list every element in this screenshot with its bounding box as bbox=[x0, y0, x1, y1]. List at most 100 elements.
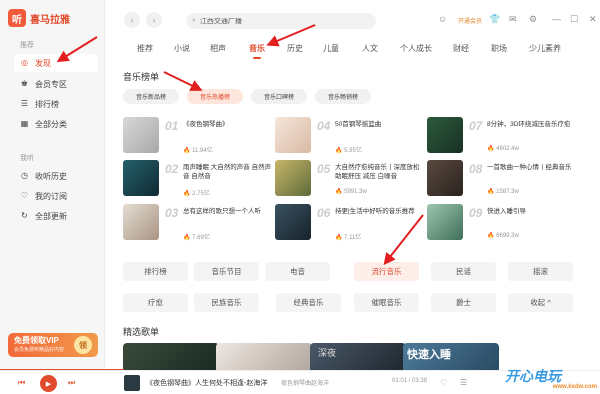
album-cover bbox=[427, 117, 463, 153]
sidebar-item-updates[interactable]: ↻ 全部更新 bbox=[14, 207, 98, 225]
sidebar-item-label: 全部更新 bbox=[35, 211, 67, 221]
tab-recommend[interactable]: 推荐 bbox=[137, 43, 153, 54]
play-button[interactable]: ▶ bbox=[40, 375, 57, 392]
sidebar-item-all-categories[interactable]: ▦ 全部分类 bbox=[14, 115, 98, 133]
category-classic[interactable]: 经典音乐 bbox=[276, 293, 341, 312]
ranking-item[interactable]: 07 8分钟，3D环绕减压音乐疗愈 🔥 4602.4w bbox=[427, 117, 577, 155]
play-count: 🔥 7.69亿 bbox=[183, 235, 210, 241]
playlist-icon[interactable]: ☰ bbox=[460, 378, 467, 387]
playlist-card[interactable] bbox=[123, 343, 219, 373]
fire-icon: 🔥 bbox=[335, 148, 343, 154]
minimize-icon[interactable]: — bbox=[552, 14, 561, 24]
item-title: 《夜色钢琴曲》 bbox=[183, 121, 229, 128]
settings-icon[interactable]: ⚙ bbox=[529, 14, 537, 25]
now-playing-cover[interactable] bbox=[124, 375, 140, 391]
tab-music[interactable]: 音乐 bbox=[249, 43, 265, 59]
vip-banner[interactable]: 免费领取VIP 会员免费听精品好内容 领 bbox=[8, 333, 98, 357]
category-ethnic[interactable]: 民族音乐 bbox=[194, 293, 259, 312]
album-cover bbox=[275, 204, 311, 240]
ranking-item[interactable]: 08 一首歌曲一种心情丨经典音乐 🔥 1587.3w bbox=[427, 160, 577, 198]
tab-finance[interactable]: 财经 bbox=[453, 43, 469, 54]
sidebar-item-ranking[interactable]: ☰ 排行榜 bbox=[14, 95, 98, 113]
rank-tab-hot[interactable]: 音乐热播榜 bbox=[187, 89, 243, 104]
sidebar-item-label: 全部分类 bbox=[35, 119, 67, 129]
category-folk[interactable]: 民谣 bbox=[431, 262, 496, 281]
ranking-item[interactable]: 01 《夜色钢琴曲》 🔥 11.94亿 bbox=[123, 117, 273, 155]
play-count: 🔥 2.75亿 bbox=[183, 191, 210, 197]
play-count: 🔥 1587.3w bbox=[487, 189, 519, 195]
search-icon: ⌕ bbox=[192, 17, 196, 24]
ranking-item[interactable]: 06 持更|生活中好听的音乐推荐 🔥 7.11亿 bbox=[275, 204, 425, 242]
category-electronic[interactable]: 电音 bbox=[265, 262, 330, 281]
category-ranking[interactable]: 排行榜 bbox=[123, 262, 188, 281]
album-cover bbox=[275, 160, 311, 196]
category-healing[interactable]: 疗愈 bbox=[123, 293, 188, 312]
next-icon[interactable]: ⏭ bbox=[68, 378, 75, 388]
rank-number: 03 bbox=[165, 206, 179, 220]
tab-history[interactable]: 历史 bbox=[287, 43, 303, 54]
ranking-item[interactable]: 05 大自然疗愈纯音乐丨深度放松 助眠舒压 减压 白噪音 🔥 5991.3w bbox=[275, 160, 425, 198]
playlist-card[interactable]: 深夜 bbox=[310, 343, 406, 373]
chevron-right-icon: › bbox=[152, 15, 156, 25]
mail-icon[interactable]: ✉ bbox=[509, 14, 517, 25]
tab-humanities[interactable]: 人文 bbox=[362, 43, 378, 54]
open-vip-link[interactable]: 开通会员 bbox=[458, 16, 482, 25]
category-music-program[interactable]: 音乐节目 bbox=[194, 262, 259, 281]
rank-tab-bestseller[interactable]: 音乐畅销榜 bbox=[315, 89, 371, 104]
play-count: 🔥 5991.3w bbox=[335, 189, 367, 195]
top-bar: ‹ › ⌕ ☺ 开通会员 👕 ✉ ⚙ — ☐ ✕ bbox=[105, 0, 600, 40]
rank-number: 09 bbox=[469, 206, 483, 220]
skin-icon[interactable]: 👕 bbox=[489, 14, 500, 25]
fire-icon: 🔥 bbox=[487, 189, 495, 195]
like-icon[interactable]: ♡ bbox=[440, 378, 447, 387]
search-box[interactable]: ⌕ bbox=[186, 13, 376, 29]
sidebar: 听 喜马拉雅 推荐 ◎ 发现 ♚ 会员专区 ☰ 排行榜 ▦ 全部分类 我听 ◷ … bbox=[0, 0, 105, 394]
fire-icon: 🔥 bbox=[183, 235, 191, 241]
previous-icon[interactable]: ⏮ bbox=[18, 378, 25, 388]
rank-tab-reputation[interactable]: 音乐口碑榜 bbox=[251, 89, 307, 104]
avatar[interactable]: ☺ bbox=[438, 14, 447, 24]
sidebar-item-label: 排行榜 bbox=[35, 99, 59, 109]
tab-personal-growth[interactable]: 个人成长 bbox=[400, 43, 432, 54]
item-title: 持更|生活中好听的音乐推荐 bbox=[335, 208, 415, 215]
sidebar-item-subscribe[interactable]: ♡ 我的订阅 bbox=[14, 187, 98, 205]
category-jazz[interactable]: 爵士 bbox=[431, 293, 496, 312]
tab-children[interactable]: 儿童 bbox=[323, 43, 339, 54]
playlist-card[interactable]: 快速入睡 bbox=[403, 343, 499, 373]
sidebar-item-history[interactable]: ◷ 收听历史 bbox=[14, 167, 98, 185]
forward-button[interactable]: › bbox=[146, 12, 162, 28]
tab-crosstalk[interactable]: 相声 bbox=[210, 43, 226, 54]
item-title: 雨声睡眠 大自然的声音 自然声音 自然音 bbox=[183, 164, 272, 180]
album-cover bbox=[123, 160, 159, 196]
close-icon[interactable]: ✕ bbox=[589, 14, 597, 25]
rank-tab-new[interactable]: 音乐新品榜 bbox=[123, 89, 179, 104]
play-count: 🔥 6699.3w bbox=[487, 233, 519, 239]
tab-novel[interactable]: 小说 bbox=[174, 43, 190, 54]
sidebar-item-vip-zone[interactable]: ♚ 会员专区 bbox=[14, 75, 98, 93]
ranking-item[interactable]: 09 快进入睡引导 🔥 6699.3w bbox=[427, 204, 577, 242]
ranking-item[interactable]: 04 50首钢琴摇篮曲 🔥 5.95亿 bbox=[275, 117, 425, 155]
album-cover bbox=[427, 160, 463, 196]
category-pop[interactable]: 流行音乐 bbox=[354, 262, 419, 281]
search-input[interactable] bbox=[199, 17, 360, 25]
now-playing-title[interactable]: 《夜色钢琴曲》人生何处不相逢-赵海洋 bbox=[146, 378, 267, 388]
maximize-icon[interactable]: ☐ bbox=[570, 14, 578, 25]
ranking-item[interactable]: 02 雨声睡眠 大自然的声音 自然声音 自然音 🔥 2.75亿 bbox=[123, 160, 273, 198]
playlist-label: 深夜 bbox=[318, 348, 337, 358]
ranking-icon: ☰ bbox=[20, 99, 29, 108]
playlist-card[interactable] bbox=[216, 343, 312, 373]
fire-icon: 🔥 bbox=[335, 235, 343, 241]
tab-kids-literacy[interactable]: 少儿素养 bbox=[529, 43, 561, 54]
ranking-item[interactable]: 03 总有这样的歌只想一个人听 🔥 7.69亿 bbox=[123, 204, 273, 242]
sidebar-item-discover[interactable]: ◎ 发现 bbox=[14, 54, 98, 72]
album-cover bbox=[427, 204, 463, 240]
back-button[interactable]: ‹ bbox=[124, 12, 140, 28]
album-cover bbox=[123, 117, 159, 153]
music-ranking-heading: 音乐榜单 bbox=[123, 72, 160, 82]
tab-workplace[interactable]: 职场 bbox=[491, 43, 507, 54]
app-logo[interactable]: 听 喜马拉雅 bbox=[8, 9, 70, 27]
collapse-button[interactable]: 收起 ^ bbox=[508, 293, 573, 312]
category-rock[interactable]: 摇滚 bbox=[508, 262, 573, 281]
item-title: 大自然疗愈纯音乐丨深度放松 助眠舒压 减压 白噪音 bbox=[335, 164, 420, 180]
category-sleep[interactable]: 催眠音乐 bbox=[354, 293, 419, 312]
